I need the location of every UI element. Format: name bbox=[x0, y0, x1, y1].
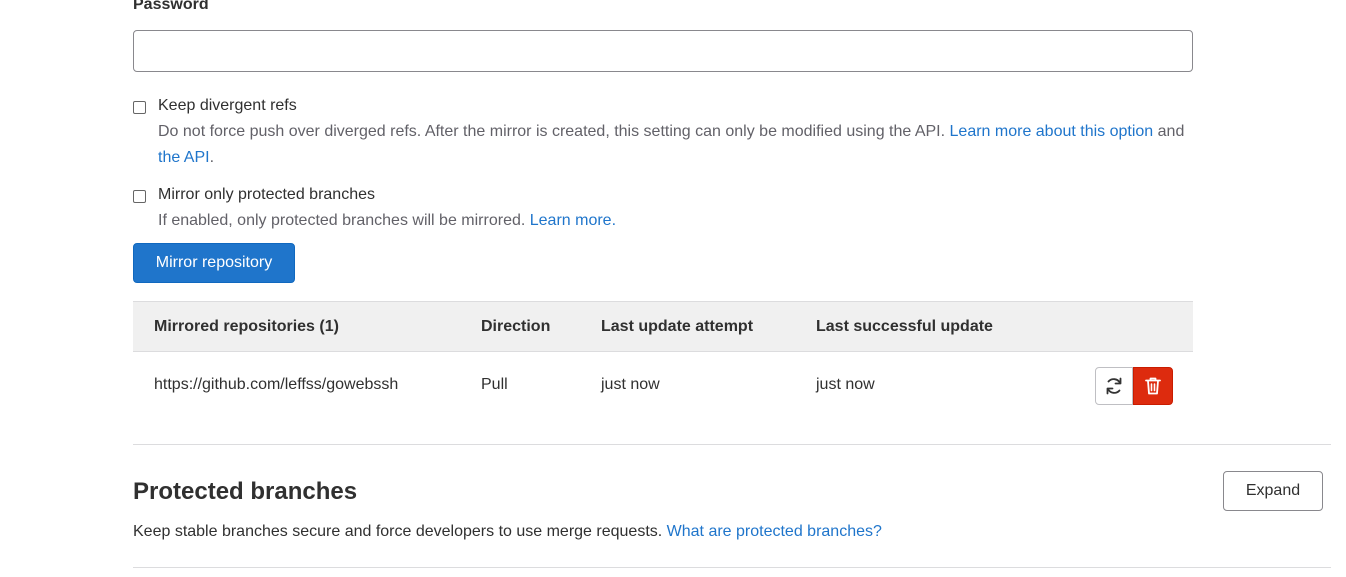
header-direction: Direction bbox=[481, 318, 551, 335]
keep-divergent-row: Keep divergent refs Do not force push ov… bbox=[133, 97, 1188, 171]
end-text: . bbox=[209, 149, 215, 166]
protected-only-checkbox[interactable] bbox=[133, 190, 146, 203]
refresh-icon bbox=[1106, 377, 1122, 395]
keep-divergent-label[interactable]: Keep divergent refs bbox=[158, 93, 1188, 119]
mirror-repository-button[interactable]: Mirror repository bbox=[133, 243, 295, 283]
api-link[interactable]: the API bbox=[158, 149, 210, 166]
mirror-settings-page: Password Keep divergent refs Do not forc… bbox=[0, 0, 1346, 577]
protected-only-help: If enabled, only protected branches will… bbox=[158, 208, 1188, 234]
remove-mirror-button[interactable] bbox=[1133, 367, 1173, 405]
protected-only-label[interactable]: Mirror only protected branches bbox=[158, 182, 1188, 208]
section-divider-bottom bbox=[133, 567, 1331, 568]
learn-more-link[interactable]: Learn more. bbox=[530, 212, 616, 229]
table-header: Mirrored repositories (1) Direction Last… bbox=[133, 301, 1193, 352]
keep-divergent-help-text: Do not force push over diverged refs. Af… bbox=[158, 123, 950, 140]
section-divider-top bbox=[133, 444, 1331, 445]
mirror-last-attempt: just now bbox=[601, 376, 660, 393]
password-label: Password bbox=[133, 0, 209, 13]
mirror-url: https://github.com/leffss/gowebssh bbox=[154, 376, 399, 393]
header-last-success: Last successful update bbox=[816, 318, 993, 335]
keep-divergent-checkbox[interactable] bbox=[133, 101, 146, 114]
and-text: and bbox=[1153, 123, 1185, 140]
header-repo: Mirrored repositories (1) bbox=[154, 318, 339, 335]
what-are-protected-branches-link[interactable]: What are protected branches? bbox=[667, 523, 882, 540]
keep-divergent-help: Do not force push over diverged refs. Af… bbox=[158, 119, 1188, 171]
protected-only-row: Mirror only protected branches If enable… bbox=[133, 186, 1188, 234]
protected-branches-desc-text: Keep stable branches secure and force de… bbox=[133, 523, 667, 540]
protected-only-text: Mirror only protected branches If enable… bbox=[158, 186, 1188, 234]
expand-button[interactable]: Expand bbox=[1223, 471, 1323, 511]
password-input[interactable] bbox=[133, 30, 1193, 72]
keep-divergent-text: Keep divergent refs Do not force push ov… bbox=[158, 97, 1188, 171]
protected-branches-title: Protected branches bbox=[133, 478, 358, 505]
protected-only-help-text: If enabled, only protected branches will… bbox=[158, 212, 530, 229]
learn-more-option-link[interactable]: Learn more about this option bbox=[950, 123, 1154, 140]
trash-icon bbox=[1145, 377, 1161, 395]
mirrored-repositories-table: Mirrored repositories (1) Direction Last… bbox=[133, 301, 1193, 422]
protected-branches-description: Keep stable branches secure and force de… bbox=[133, 523, 882, 541]
header-last-attempt: Last update attempt bbox=[601, 318, 754, 335]
mirror-last-success: just now bbox=[816, 376, 875, 393]
update-now-button[interactable] bbox=[1095, 367, 1133, 405]
mirror-direction: Pull bbox=[481, 376, 508, 393]
row-actions bbox=[1095, 367, 1173, 405]
table-row: https://github.com/leffss/gowebssh Pull … bbox=[133, 352, 1193, 422]
